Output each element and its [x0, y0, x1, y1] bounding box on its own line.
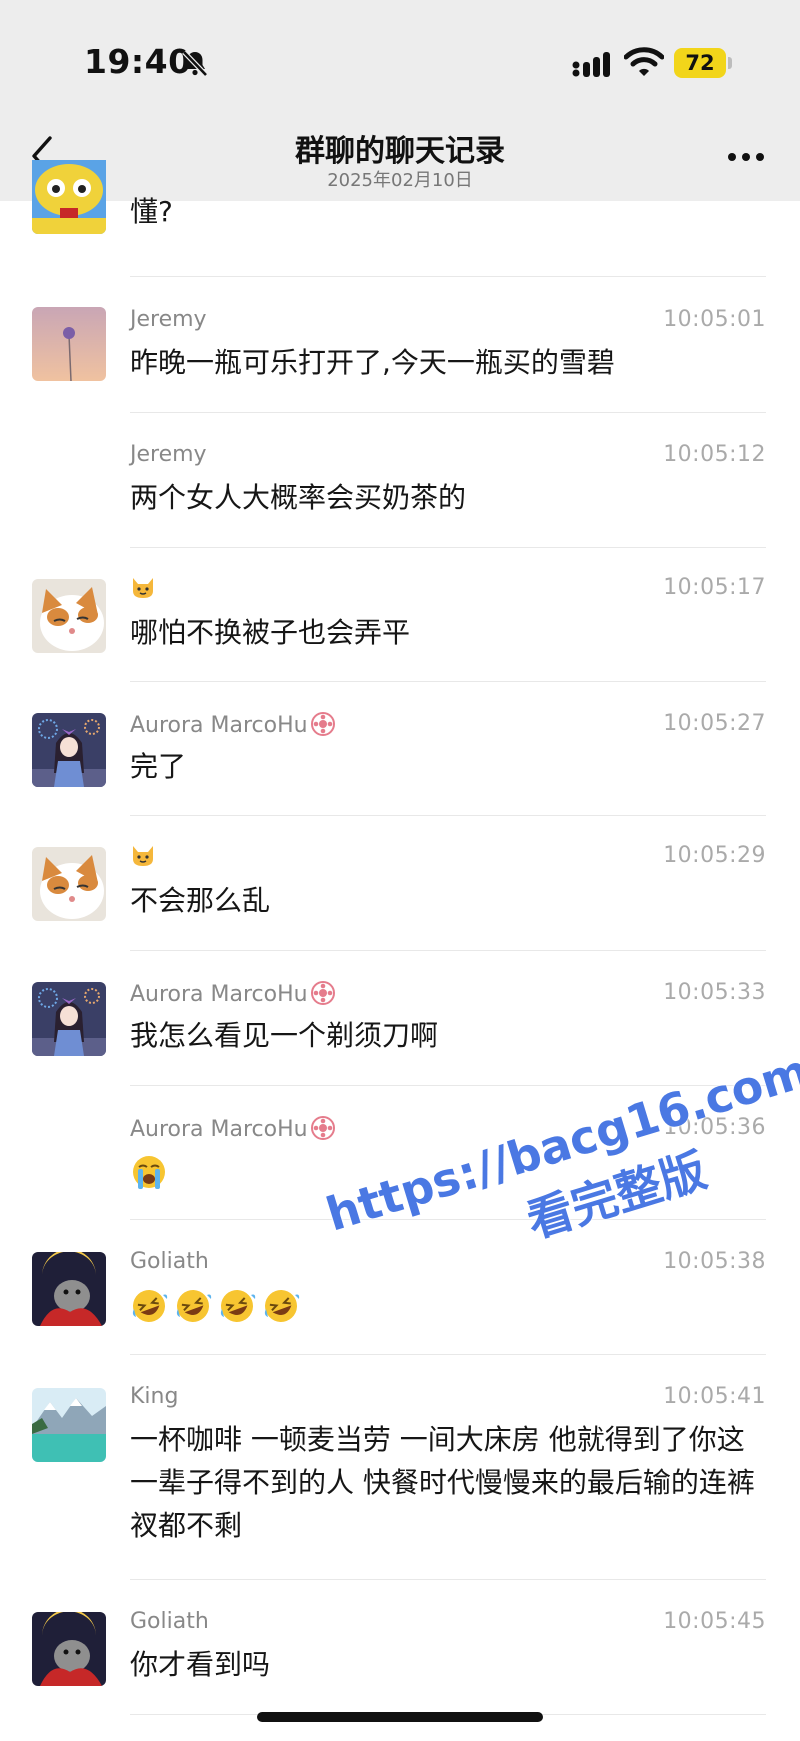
sender-name-row: Aurora MarcoHu — [130, 1115, 336, 1142]
status-time: 19:40 — [84, 42, 192, 81]
message-emoji — [130, 1283, 770, 1326]
rolling-laughing-face-icon — [220, 1290, 256, 1322]
message-time: 10:05:17 — [663, 575, 766, 600]
sender-name: Aurora MarcoHu — [130, 982, 308, 1007]
rolling-laughing-face-icon — [176, 1290, 212, 1322]
rolling-laughing-face-icon — [132, 1290, 168, 1322]
sender-cat-emoji — [130, 843, 156, 869]
divider — [130, 412, 766, 413]
divider — [130, 1354, 766, 1355]
sender-cat-emoji — [130, 575, 156, 601]
top-bar: 19:40 72 群聊的聊天记录 2025年02月10日 — [0, 0, 800, 201]
battery-tip — [728, 57, 732, 69]
flower-badge-icon — [310, 1116, 335, 1140]
message-text: 懂? — [130, 195, 173, 228]
message-text: 哪怕不换被子也会弄平 — [130, 616, 411, 649]
divider — [130, 547, 766, 548]
sender-name-row: Aurora MarcoHu — [130, 980, 336, 1007]
avatar-flower-sunset[interactable] — [32, 307, 106, 381]
message-text: 昨晚一瓶可乐打开了,今天一瓶买的雪碧 — [130, 346, 615, 379]
message-time: 10:05:27 — [663, 711, 766, 736]
message-time: 10:05:41 — [663, 1384, 766, 1409]
message-text: 两个女人大概率会买奶茶的 — [130, 481, 467, 514]
divider — [130, 815, 766, 816]
message-time: 10:05:33 — [663, 980, 766, 1005]
flower-badge-icon — [310, 712, 335, 736]
avatar-cat[interactable] — [32, 579, 106, 653]
divider — [130, 276, 766, 277]
divider — [130, 681, 766, 682]
avatar-lake-landscape[interactable] — [32, 1388, 106, 1462]
avatar-cat[interactable] — [32, 847, 106, 921]
avatar-cartoon-dog[interactable] — [32, 160, 106, 234]
message-time: 10:05:45 — [663, 1609, 766, 1634]
sender-name: King — [130, 1384, 179, 1409]
message-time: 10:05:38 — [663, 1249, 766, 1274]
page-title: 群聊的聊天记录 — [295, 134, 505, 169]
battery-indicator: 72 — [674, 48, 726, 78]
message-time: 10:05:01 — [663, 307, 766, 332]
wifi-icon — [624, 47, 664, 76]
message-time: 10:05:29 — [663, 843, 766, 868]
flower-badge-icon — [310, 981, 335, 1005]
avatar-anime-girl[interactable] — [32, 982, 106, 1056]
message-text: 我怎么看见一个剃须刀啊 — [130, 1019, 439, 1052]
sender-name: Aurora MarcoHu — [130, 713, 308, 738]
bell-muted-icon — [182, 50, 208, 77]
message-text: 完了 — [130, 750, 187, 783]
avatar-anime-girl[interactable] — [32, 713, 106, 787]
message-text: 你才看到吗 — [130, 1648, 271, 1681]
divider — [130, 1579, 766, 1580]
divider — [130, 950, 766, 951]
message-time: 10:05:12 — [663, 442, 766, 467]
message-text: 不会那么乱 — [130, 884, 271, 917]
home-indicator[interactable] — [257, 1712, 543, 1722]
sender-name-row: Aurora MarcoHu — [130, 711, 336, 738]
more-options-icon[interactable] — [726, 150, 766, 164]
avatar-goliath[interactable] — [32, 1612, 106, 1686]
rolling-laughing-face-icon — [264, 1290, 300, 1322]
page-subtitle: 2025年02月10日 — [327, 170, 473, 191]
sender-name: Aurora MarcoHu — [130, 1117, 308, 1142]
loudly-crying-face-icon — [133, 1156, 165, 1189]
cat-emoji-icon — [133, 846, 153, 866]
sender-name: Jeremy — [130, 307, 207, 332]
sender-name: Jeremy — [130, 442, 207, 467]
signal-icon — [572, 52, 610, 77]
sender-name: Goliath — [130, 1609, 209, 1634]
message-text: 一杯咖啡 一顿麦当劳 一间大床房 他就得到了你这一辈子得不到的人 快餐时代慢慢来… — [130, 1423, 755, 1542]
sender-name: Goliath — [130, 1249, 209, 1274]
cat-emoji-icon — [133, 578, 153, 598]
avatar-goliath[interactable] — [32, 1252, 106, 1326]
